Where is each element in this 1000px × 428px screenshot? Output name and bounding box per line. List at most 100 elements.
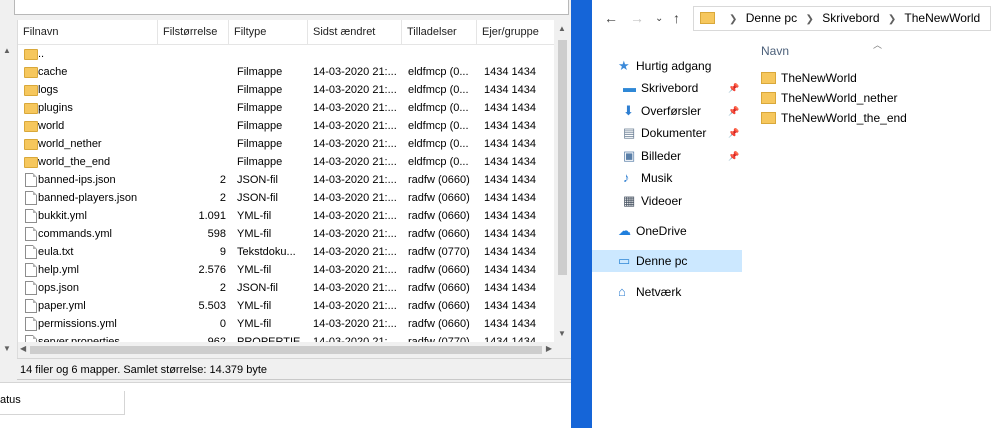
nav-item-label: Netværk (636, 285, 682, 299)
table-row[interactable]: cache Filmappe 14-03-2020 21:... eldfmcp (0… (18, 63, 555, 81)
forward-arrow-icon[interactable]: → (630, 10, 644, 26)
table-row[interactable]: logs Filmappe 14-03-2020 21:... eldfmcp (0.… (18, 81, 555, 99)
nav-item-onedrive[interactable]: ☁ OneDrive (592, 220, 742, 242)
hscroll-thumb[interactable] (30, 346, 542, 354)
file-size: 2 (219, 282, 226, 294)
pin-icon[interactable]: 📌 (728, 122, 739, 144)
file-type: Filmappe (237, 156, 283, 168)
breadcrumb-thenewworld[interactable]: TheNewWorld (904, 11, 980, 25)
col-filetype[interactable]: Filtype (229, 20, 308, 45)
pin-icon[interactable]: 📌 (728, 100, 739, 122)
up-arrow-icon[interactable]: ↑ (673, 10, 680, 26)
file-name: ops.json (38, 282, 79, 294)
file-owner: 1434 1434 (484, 174, 536, 186)
col-permissions[interactable]: Tilladelser (402, 20, 477, 45)
file-modified: 14-03-2020 21:... (313, 174, 397, 186)
file-name: eula.txt (38, 246, 74, 258)
recent-locations-chevron-icon[interactable]: ⌄ (655, 13, 663, 24)
vscroll-thumb[interactable] (558, 40, 567, 275)
nav-item-label: Skrivebord (641, 81, 699, 95)
nav-item-videoer[interactable]: ▦ Videoer (592, 190, 742, 212)
pin-icon[interactable]: 📌 (728, 77, 739, 99)
folder-icon (700, 12, 715, 24)
table-row[interactable]: .. (18, 45, 555, 63)
file-list-hscrollbar[interactable]: ◀ ▶ (18, 342, 555, 358)
scroll-right-icon[interactable]: ▶ (546, 344, 552, 353)
nav-item-skrivebord[interactable]: ▬ Skrivebord 📌 (592, 77, 742, 99)
folder-content: ︿ Navn TheNewWorld TheNewWorld_nether TheN… (752, 38, 1000, 428)
table-row[interactable]: permissions.yml 0 YML-fil 14-03-2020 21:...… (18, 315, 555, 333)
nav-item-overførsler[interactable]: ⬇ Overførsler 📌 (592, 100, 742, 122)
file-owner: 1434 1434 (484, 138, 536, 150)
file-permissions: eldfmcp (0... (408, 120, 469, 132)
remote-path-input[interactable] (14, 0, 569, 15)
table-row[interactable]: banned-ips.json 2 JSON-fil 14-03-2020 21:..… (18, 171, 555, 189)
back-arrow-icon[interactable]: ← (604, 10, 618, 26)
file-owner: 1434 1434 (484, 228, 536, 240)
scroll-down-icon[interactable]: ▼ (3, 344, 11, 353)
status-tab[interactable]: atus (0, 391, 125, 415)
table-row[interactable]: plugins Filmappe 14-03-2020 21:... eldfmcp … (18, 99, 555, 117)
table-row[interactable]: world Filmappe 14-03-2020 21:... eldfmcp (0… (18, 117, 555, 135)
address-bar[interactable]: ❯ Denne pc ❯ Skrivebord ❯ TheNewWorld (693, 6, 991, 31)
file-list-vscrollbar[interactable]: ▲ ▼ (554, 20, 571, 342)
nav-item-musik[interactable]: ♪ Musik (592, 167, 742, 189)
nav-item-hurtig-adgang[interactable]: ★ Hurtig adgang (592, 55, 742, 77)
file-size (176, 45, 226, 63)
file-permissions: radfw (0770) (408, 336, 470, 342)
scroll-up-icon[interactable]: ▲ (3, 46, 11, 55)
file-type: Filmappe (237, 120, 283, 132)
tree-scrollbar[interactable]: ▲ ▼ (0, 20, 17, 358)
table-row[interactable]: world_the_end Filmappe 14-03-2020 21:... el… (18, 153, 555, 171)
table-row[interactable]: ops.json 2 JSON-fil 14-03-2020 21:... radfw … (18, 279, 555, 297)
file-name: commands.yml (38, 228, 112, 240)
nav-item-label: OneDrive (636, 224, 687, 238)
breadcrumb-separator-icon: ❯ (805, 14, 814, 25)
table-row[interactable]: paper.yml 5.503 YML-fil 14-03-2020 21:... ra… (18, 297, 555, 315)
file-modified: 14-03-2020 21:... (313, 300, 397, 312)
file-permissions: radfw (0660) (408, 300, 470, 312)
file-icon (25, 317, 37, 331)
col-filesize[interactable]: Filstørrelse (158, 20, 229, 45)
breadcrumb-denne-pc[interactable]: Denne pc (746, 11, 797, 25)
file-type: Tekstdoku... (237, 246, 296, 258)
column-header-navn[interactable]: Navn (761, 44, 789, 58)
col-owner-group[interactable]: Ejer/gruppe (477, 20, 555, 45)
file-permissions: eldfmcp (0... (408, 138, 469, 150)
file-icon (25, 299, 37, 313)
breadcrumb-separator-icon: ❯ (887, 14, 897, 25)
table-row[interactable]: help.yml 2.576 YML-fil 14-03-2020 21:... rad… (18, 261, 555, 279)
nav-item-denne-pc[interactable]: ▭ Denne pc (592, 250, 742, 272)
table-row[interactable]: bukkit.yml 1.091 YML-fil 14-03-2020 21:... r… (18, 207, 555, 225)
nav-item-billeder[interactable]: ▣ Billeder 📌 (592, 145, 742, 167)
table-row[interactable]: server.properties 962 PROPERTIE... 14-03-20… (18, 333, 555, 342)
folder-icon (24, 49, 38, 60)
file-modified: 14-03-2020 21:... (313, 66, 397, 78)
breadcrumb-skrivebord[interactable]: Skrivebord (822, 11, 879, 25)
scroll-down-icon[interactable]: ▼ (558, 329, 566, 338)
col-filename[interactable]: Filnavn (18, 20, 158, 45)
col-modified[interactable]: Sidst ændret (308, 20, 402, 45)
desktop-icon: ▬ (623, 80, 636, 95)
file-size: 2.576 (198, 264, 226, 276)
nav-item-dokumenter[interactable]: ▤ Dokumenter 📌 (592, 122, 742, 144)
pin-icon[interactable]: 📌 (728, 145, 739, 167)
document-icon: ▤ (623, 125, 636, 140)
file-type: Filmappe (237, 138, 283, 150)
file-name: paper.yml (38, 300, 86, 312)
nav-item-netværk[interactable]: ⌂ Netværk (592, 281, 742, 303)
ftp-client-pane: ︿ ▲ ▼ Filnavn Filstørrelse Filtype Sidst… (0, 0, 571, 428)
table-row[interactable]: world_nether Filmappe 14-03-2020 21:... eld… (18, 135, 555, 153)
file-permissions: radfw (0660) (408, 228, 470, 240)
table-row[interactable]: commands.yml 598 YML-fil 14-03-2020 21:... r… (18, 225, 555, 243)
file-modified: 14-03-2020 21:... (313, 228, 397, 240)
table-row[interactable]: eula.txt 9 Tekstdoku... 14-03-2020 21:... ra… (18, 243, 555, 261)
file-owner (484, 45, 554, 63)
scroll-left-icon[interactable]: ◀ (20, 344, 26, 353)
folder-icon (24, 121, 38, 132)
table-row[interactable]: banned-players.json 2 JSON-fil 14-03-2020 2… (18, 189, 555, 207)
file-icon (25, 245, 37, 259)
folder-icon (761, 72, 776, 84)
folder-icon (24, 85, 38, 96)
scroll-up-icon[interactable]: ▲ (558, 24, 566, 33)
